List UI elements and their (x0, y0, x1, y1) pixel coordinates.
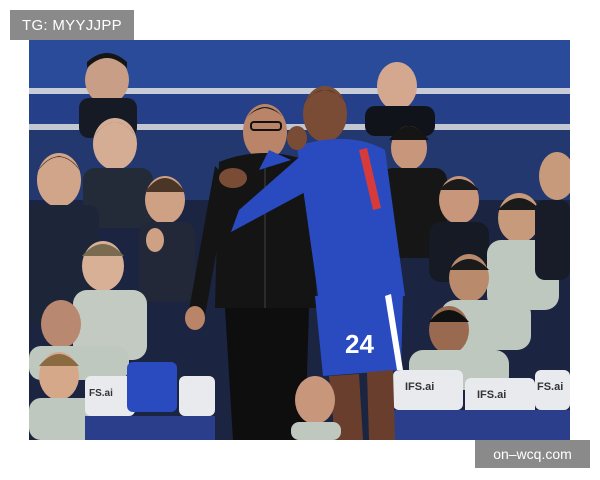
sponsor-logo-3: FS.ai (537, 381, 563, 393)
photo: IFS.ai IFS.ai FS.ai FS.ai 24 (29, 40, 570, 440)
watermark-top-left: TG: MYYJJPP (10, 10, 134, 40)
spectator-far-right (535, 152, 570, 280)
sponsor-logo-4: FS.ai (89, 388, 113, 399)
stadium-scene: IFS.ai IFS.ai FS.ai FS.ai 24 (29, 40, 570, 440)
sponsor-logo-1: IFS.ai (405, 381, 434, 393)
watermark-bottom-right: on–wcq.com (475, 440, 590, 468)
jersey-number: 24 (345, 329, 374, 359)
sponsor-logo-2: IFS.ai (477, 389, 506, 401)
